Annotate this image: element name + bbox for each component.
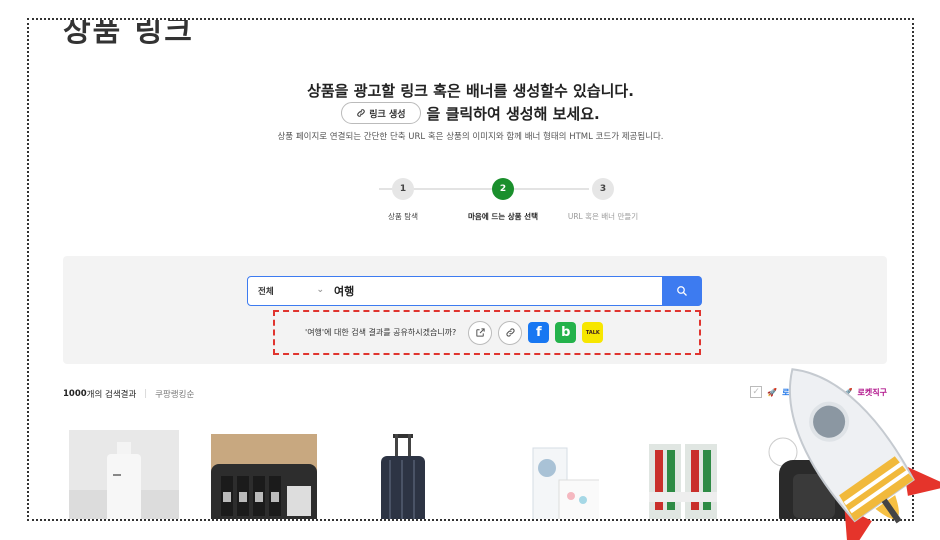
kakaotalk-label: TALK xyxy=(585,329,600,336)
step-3-label: URL 혹은 배너 만들기 xyxy=(567,212,639,221)
sort-option[interactable]: 쿠팡랭킹순 xyxy=(155,388,194,400)
share-prompt: '여행'에 대한 검색 결과를 공유하시겠습니까? xyxy=(305,328,457,337)
step-2-circle: 2 xyxy=(492,178,514,200)
product-card[interactable] xyxy=(349,430,459,519)
result-count-suffix: 개의 검색결과 xyxy=(86,390,137,400)
kakaotalk-icon[interactable]: TALK xyxy=(582,322,604,343)
share-section: '여행'에 대한 검색 결과를 공유하시겠습니까? f b TALK xyxy=(273,310,701,355)
page-description: 상품 페이지로 연결되는 간단한 단축 URL 혹은 상품의 이미지와 함께 배… xyxy=(277,132,664,142)
category-value: 전체 xyxy=(258,287,274,297)
product-image-mask-pack xyxy=(532,447,614,519)
facebook-icon[interactable]: f xyxy=(528,322,550,343)
link-icon xyxy=(506,328,515,337)
external-link-icon xyxy=(476,328,485,337)
link-generate-button[interactable]: 링크 생성 xyxy=(341,102,421,124)
step-2-label: 마음에 드는 상품 선택 xyxy=(468,212,538,221)
search-button[interactable] xyxy=(661,276,702,306)
product-card[interactable] xyxy=(489,430,614,519)
product-card[interactable] xyxy=(629,430,739,519)
link-generate-label: 링크 생성 xyxy=(369,109,406,120)
chevron-down-icon: ⌄ xyxy=(316,285,324,295)
step-1-label: 상품 탐색 xyxy=(388,212,418,221)
headline-secondary: 링크 생성 을 클릭하여 생성해 보세요. xyxy=(29,102,912,124)
product-image-suitcase xyxy=(381,434,425,519)
result-count: 1000 xyxy=(63,389,87,399)
page-title: 상품 링크 xyxy=(63,18,194,49)
link-icon xyxy=(357,109,366,117)
share-copy-link-button[interactable] xyxy=(498,320,523,345)
step-3-circle: 3 xyxy=(592,178,614,200)
search-input[interactable]: 여행 xyxy=(328,283,662,299)
product-card[interactable] xyxy=(69,430,179,519)
rocket-illustration xyxy=(788,368,940,540)
search-icon xyxy=(676,286,687,296)
band-icon[interactable]: b xyxy=(555,322,577,343)
share-external-button[interactable] xyxy=(468,320,493,345)
category-select[interactable]: 전체 ⌄ xyxy=(248,277,328,305)
search-box: 전체 ⌄ 여행 xyxy=(247,276,702,306)
headline-primary: 상품을 광고할 링크 혹은 배너를 생성할수 있습니다. xyxy=(307,82,634,100)
step-1-circle: 1 xyxy=(392,178,414,200)
divider: | xyxy=(144,389,148,399)
headline-secondary-text: 을 클릭하여 생성해 보세요. xyxy=(426,104,600,123)
product-image-white-bottle xyxy=(69,430,179,519)
progress-stepper: 1 2 3 상품 탐색 마음에 드는 상품 선택 URL 혹은 배너 만들기 xyxy=(359,178,638,228)
product-card[interactable] xyxy=(209,430,319,519)
product-image-toiletry-kit xyxy=(211,434,317,519)
product-image-toothbrush-set xyxy=(649,444,717,519)
